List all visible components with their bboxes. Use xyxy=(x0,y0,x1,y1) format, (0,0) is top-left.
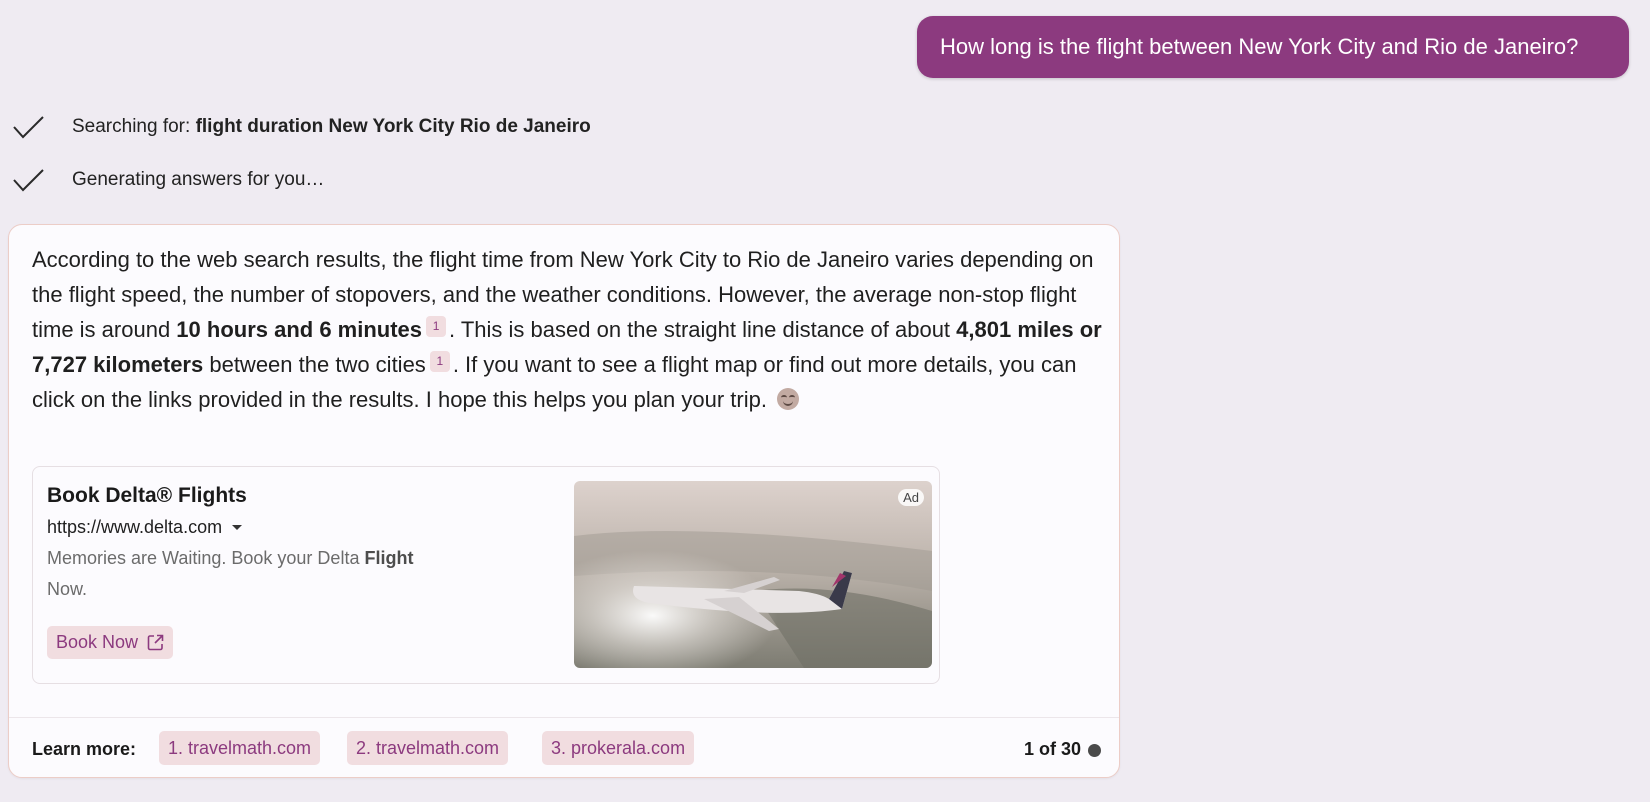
ad-url-text[interactable]: https://www.delta.com xyxy=(47,517,222,538)
user-message-bubble: How long is the flight between New York … xyxy=(917,16,1629,78)
ad-url[interactable]: https://www.delta.com xyxy=(47,517,243,538)
airplane-photo xyxy=(574,481,932,668)
generating-label: Generating answers for you… xyxy=(72,169,325,190)
ad-title[interactable]: Book Delta® Flights xyxy=(47,484,247,508)
external-link-icon xyxy=(147,634,164,651)
ad-desc-text: Now. xyxy=(47,579,88,599)
page-indicator: 1 of 30 xyxy=(1023,739,1081,759)
answer-text-part: between the two cities xyxy=(203,352,426,377)
book-now-label: Book Now xyxy=(56,632,139,652)
caret-down-icon[interactable] xyxy=(232,525,243,530)
checkmark-icon xyxy=(13,169,44,192)
ad-description: Memories are Waiting. Book your Delta Fl… xyxy=(47,543,477,605)
searching-label: Searching for: xyxy=(72,116,191,137)
ad-image-airplane[interactable]: Ad xyxy=(574,481,932,668)
status-searching: Searching for: flight duration New York … xyxy=(12,113,591,141)
answer-text: According to the web search results, the… xyxy=(32,242,1102,417)
ad-desc-text: Memories are Waiting. Book your Delta xyxy=(47,548,365,568)
dot-icon xyxy=(1088,744,1101,757)
learn-more-link-3[interactable]: 3. prokerala.com xyxy=(542,731,695,765)
answer-text-part: . This is based on the straight line dis… xyxy=(449,317,957,342)
flight-duration-highlight: 10 hours and 6 minutes xyxy=(176,317,423,342)
citation-marker[interactable]: 1 xyxy=(429,351,450,372)
divider xyxy=(9,717,1119,718)
answer-card: According to the web search results, the… xyxy=(8,224,1120,778)
learn-more-link-2[interactable]: 2. travelmath.com xyxy=(347,731,509,765)
status-generating: Generating answers for you… xyxy=(12,166,324,194)
learn-more-label: Learn more: xyxy=(32,739,137,759)
book-now-button[interactable]: Book Now xyxy=(47,626,174,659)
smiling-face-emoji-icon xyxy=(777,388,800,410)
ad-desc-bold: Flight xyxy=(364,548,414,568)
ad-card[interactable]: Book Delta® Flights https://www.delta.co… xyxy=(32,466,940,684)
ad-badge: Ad xyxy=(898,489,924,506)
search-query: flight duration New York City Rio de Jan… xyxy=(195,116,591,137)
checkmark-icon xyxy=(13,116,44,139)
citation-marker[interactable]: 1 xyxy=(426,316,447,337)
learn-more-link-1[interactable]: 1. travelmath.com xyxy=(159,731,321,765)
